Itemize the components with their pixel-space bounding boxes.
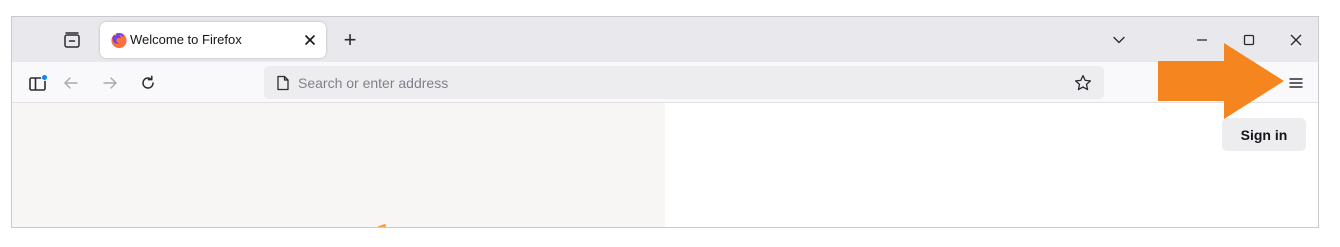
tab-close-button[interactable] (300, 30, 320, 50)
star-icon (1074, 74, 1092, 91)
tab-list-icon (64, 32, 80, 48)
arrow-right-icon (103, 77, 117, 89)
chevron-down-icon (1113, 36, 1125, 44)
bookmark-button[interactable] (1072, 72, 1094, 94)
firefox-logo-icon (111, 32, 127, 48)
tab-strip: Welcome to Firefox + (12, 17, 1318, 62)
address-bar[interactable] (264, 66, 1104, 99)
content-left-panel (12, 103, 665, 227)
sign-in-button[interactable]: Sign in (1222, 118, 1306, 151)
annotation-arrow-icon (1158, 43, 1284, 119)
content-right-panel (665, 103, 1318, 227)
tab-welcome[interactable]: Welcome to Firefox (100, 22, 326, 58)
plus-icon: + (343, 27, 357, 52)
browser-window: Welcome to Firefox + Search or enter add… (11, 16, 1319, 228)
back-button[interactable] (57, 69, 85, 97)
close-icon (305, 35, 315, 45)
new-tab-button[interactable]: + (336, 26, 364, 54)
tab-list-button[interactable] (58, 26, 86, 54)
close-icon (1290, 34, 1302, 46)
window-close-button[interactable] (1282, 26, 1310, 54)
page-content: Sign in (12, 103, 1318, 227)
reload-button[interactable] (134, 69, 162, 97)
app-menu-button[interactable] (1282, 69, 1310, 97)
forward-button[interactable] (96, 69, 124, 97)
address-input[interactable] (298, 66, 1058, 99)
hamburger-menu-icon (1289, 78, 1303, 88)
tab-title: Welcome to Firefox (130, 32, 242, 47)
arrow-left-icon (64, 77, 78, 89)
reload-icon (142, 75, 154, 89)
page-icon (274, 74, 292, 92)
list-all-tabs-button[interactable] (1106, 27, 1132, 53)
sidebar-button[interactable] (24, 69, 52, 97)
navigation-toolbar (12, 62, 1318, 103)
sidebar-icon (29, 74, 48, 91)
